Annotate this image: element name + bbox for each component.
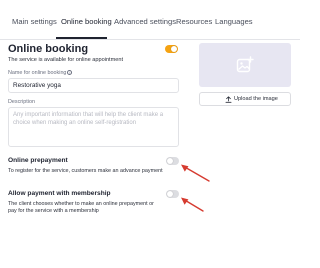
tab-bar-divider (0, 39, 300, 40)
annotation-arrow-prepayment (181, 164, 210, 182)
toggle-knob (171, 46, 177, 52)
upload-icon (225, 96, 232, 103)
online-prepayment-title: Online prepayment (8, 157, 68, 164)
image-add-icon (236, 56, 254, 73)
name-field-label-text: Name for online booking (8, 70, 67, 76)
toggle-knob (167, 158, 173, 164)
online-prepayment-description: To register for the service, customers m… (8, 168, 163, 174)
online-prepayment-toggle[interactable] (166, 157, 179, 165)
membership-payment-title: Allow payment with membership (8, 190, 111, 197)
info-icon[interactable]: i (67, 70, 73, 76)
upload-button-label: Upload the image (234, 96, 278, 102)
tab-languages[interactable]: Languages (215, 17, 253, 26)
booking-name-input[interactable] (8, 78, 179, 93)
name-field-label: Name for online booking i (8, 70, 73, 76)
membership-payment-toggle[interactable] (166, 190, 179, 198)
tab-resources[interactable]: Resources (176, 17, 212, 26)
toggle-knob (167, 191, 173, 197)
section-title: Online booking (8, 43, 89, 55)
upload-image-button[interactable]: Upload the image (199, 92, 291, 106)
image-placeholder[interactable] (199, 43, 291, 87)
description-label: Description (8, 99, 35, 105)
annotation-arrow-membership (181, 197, 204, 212)
online-booking-toggle[interactable] (165, 45, 178, 53)
membership-payment-description: The client chooses whether to make an on… (8, 201, 154, 214)
tab-advanced-settings[interactable]: Advanced settings (114, 17, 176, 26)
description-textarea[interactable] (8, 107, 179, 147)
tab-online-booking[interactable]: Online booking (61, 17, 112, 26)
section-subtitle: The service is available for online appo… (8, 57, 124, 63)
tab-bar: Main settings Online booking Advanced se… (0, 0, 300, 40)
tab-main-settings[interactable]: Main settings (12, 17, 57, 26)
